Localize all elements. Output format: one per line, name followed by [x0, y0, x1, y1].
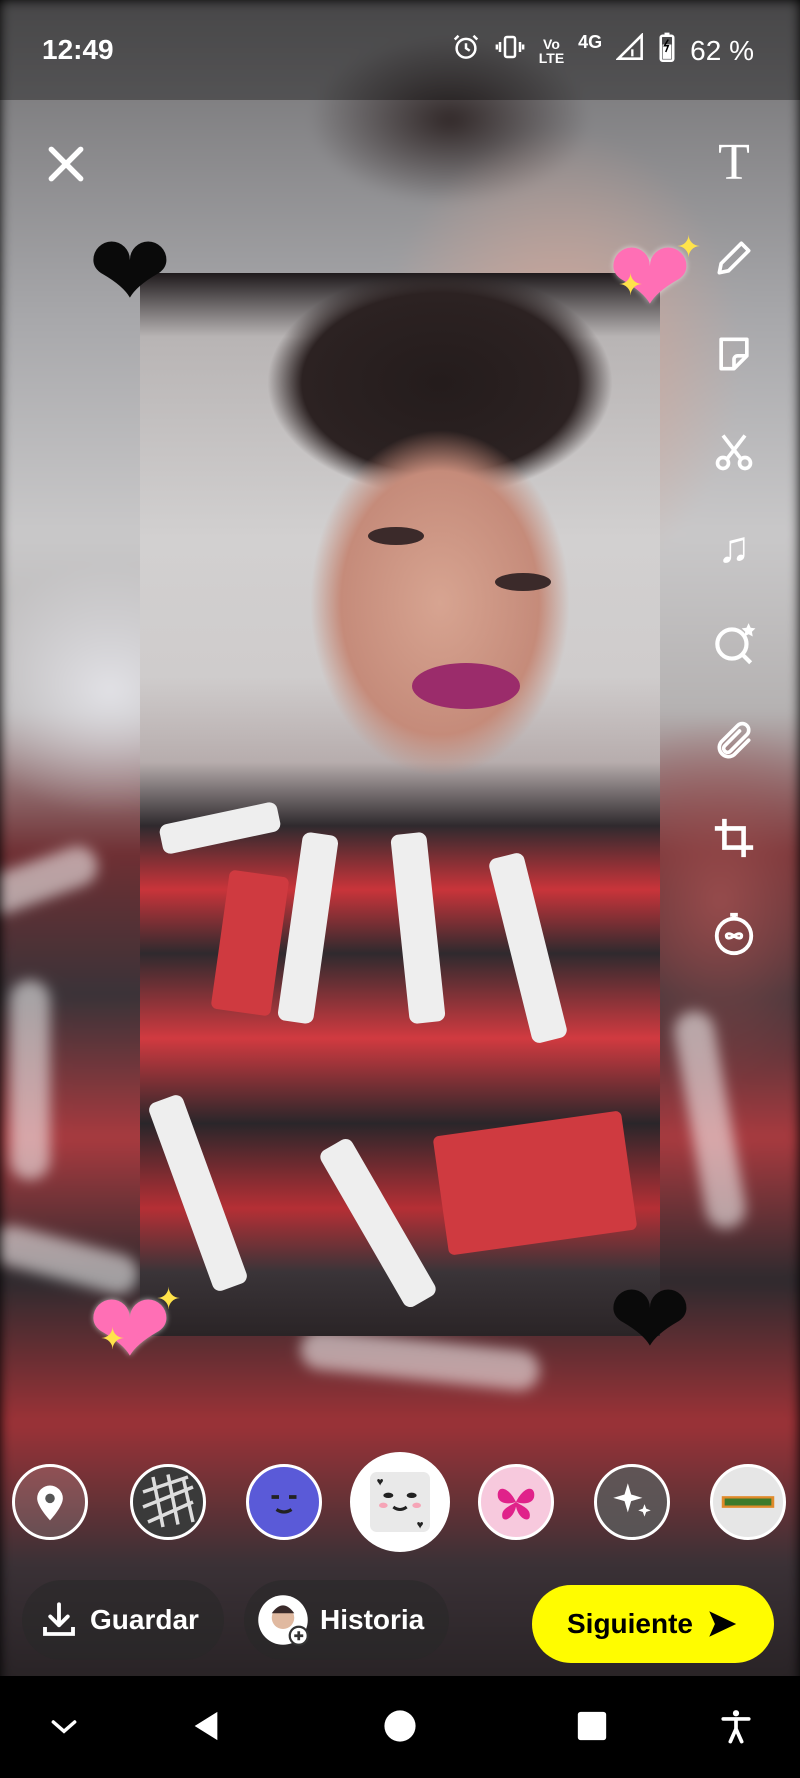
sparkle-icon: ✦: [676, 231, 702, 264]
close-button[interactable]: [44, 142, 88, 186]
photo-detail: [317, 1136, 439, 1310]
face-lens-button[interactable]: [246, 1464, 322, 1540]
story-label: Historia: [320, 1604, 425, 1635]
svg-text:♥: ♥: [417, 1519, 424, 1532]
volte-icon: Vo LTE: [539, 37, 564, 65]
story-button[interactable]: Historia: [244, 1580, 449, 1660]
text-icon: T: [718, 133, 750, 191]
music-tool-button[interactable]: ♫: [706, 520, 762, 576]
status-time: 12:49: [42, 34, 114, 65]
scissors-icon: [715, 434, 753, 471]
grid-icon: [142, 1474, 195, 1528]
vibrate-icon: [495, 32, 525, 69]
sparkle-icon: ✦: [618, 269, 644, 302]
status-bar: 12:49 Vo LTE 4G 62 %: [0, 0, 800, 100]
home-icon: [384, 1710, 416, 1742]
pencil-icon: [717, 241, 751, 275]
battery-icon: [658, 32, 676, 69]
status-icons: Vo LTE 4G 62 %: [451, 32, 754, 69]
location-pin-icon: [37, 1485, 63, 1521]
grid-lens-button[interactable]: [130, 1464, 206, 1540]
snap-photo[interactable]: [140, 273, 660, 1336]
attach-tool-button[interactable]: [706, 714, 762, 770]
nav-recents-button[interactable]: [572, 1702, 612, 1750]
volte-line2: LTE: [538, 49, 565, 66]
volte-line1: Vo: [543, 35, 560, 52]
photo-detail: [146, 1092, 250, 1294]
butterfly-lens-button[interactable]: [478, 1464, 554, 1540]
banner-icon: [721, 1496, 775, 1508]
battery-percent: 62 %: [690, 34, 754, 66]
save-label: Guardar: [90, 1604, 199, 1635]
nav-home-button[interactable]: [380, 1702, 420, 1750]
photo-detail: [412, 663, 520, 709]
back-icon: [194, 1711, 218, 1741]
text-tool-button[interactable]: T: [706, 133, 762, 191]
sparkle-icon: ✦: [100, 1323, 126, 1356]
lens-tool-button[interactable]: [706, 616, 762, 672]
butterfly-icon: [497, 1488, 535, 1520]
alarm-icon: [451, 32, 481, 69]
recents-icon: [577, 1711, 607, 1741]
photo-detail: [210, 869, 290, 1017]
sticker-tool-button[interactable]: [706, 326, 762, 382]
photo-detail: [432, 1110, 638, 1256]
sparkles-icon: [613, 1483, 651, 1517]
crop-tool-button[interactable]: [706, 810, 762, 866]
photo-detail: [158, 800, 282, 856]
face-icon: [271, 1495, 297, 1514]
photo-detail: [276, 831, 340, 1025]
timer-icon: [714, 912, 754, 956]
paperclip-icon: [717, 721, 751, 759]
banner-lens-button[interactable]: [710, 1464, 786, 1540]
next-button[interactable]: Siguiente: [532, 1585, 774, 1663]
next-label: Siguiente: [566, 1608, 693, 1639]
cute-face-icon: ♥♥: [370, 1472, 430, 1532]
cute-face-lens-button[interactable]: ♥ ♥: [350, 1452, 450, 1552]
svg-text:♥: ♥: [377, 1475, 384, 1488]
draw-tool-button[interactable]: [706, 230, 762, 286]
sparkle-icon: ✦: [156, 1283, 182, 1316]
save-button[interactable]: Guardar: [22, 1580, 224, 1660]
system-nav-bar: [0, 1676, 800, 1778]
send-arrow-icon: [709, 1611, 737, 1637]
crop-icon: [714, 818, 754, 858]
location-lens-button[interactable]: [12, 1464, 88, 1540]
timer-tool-button[interactable]: [706, 906, 762, 962]
sticker-icon: [719, 337, 749, 371]
nav-back-button[interactable]: [186, 1702, 226, 1750]
black-heart-sticker[interactable]: ❤: [608, 1270, 692, 1370]
photo-detail: [390, 831, 446, 1025]
accessibility-icon: [721, 1710, 751, 1744]
photo-detail: [368, 527, 424, 545]
nav-accessibility-button[interactable]: [716, 1702, 756, 1750]
music-note-icon: ♫: [717, 523, 751, 572]
download-icon: [43, 1602, 75, 1636]
chevron-down-icon: [51, 1720, 77, 1734]
avatar-story-icon: [258, 1595, 309, 1646]
close-icon: [48, 146, 84, 182]
photo-detail: [495, 573, 551, 591]
network-type: 4G: [578, 32, 603, 52]
lens-search-icon: [715, 623, 756, 665]
lens-carousel: ♥ ♥: [0, 1452, 800, 1552]
black-heart-sticker[interactable]: ❤: [88, 222, 172, 322]
nav-collapse-button[interactable]: [44, 1702, 84, 1750]
signal-icon: [615, 32, 644, 68]
scissors-tool-button[interactable]: [706, 424, 762, 480]
photo-detail: [487, 851, 569, 1045]
sparkles-lens-button[interactable]: [594, 1464, 670, 1540]
